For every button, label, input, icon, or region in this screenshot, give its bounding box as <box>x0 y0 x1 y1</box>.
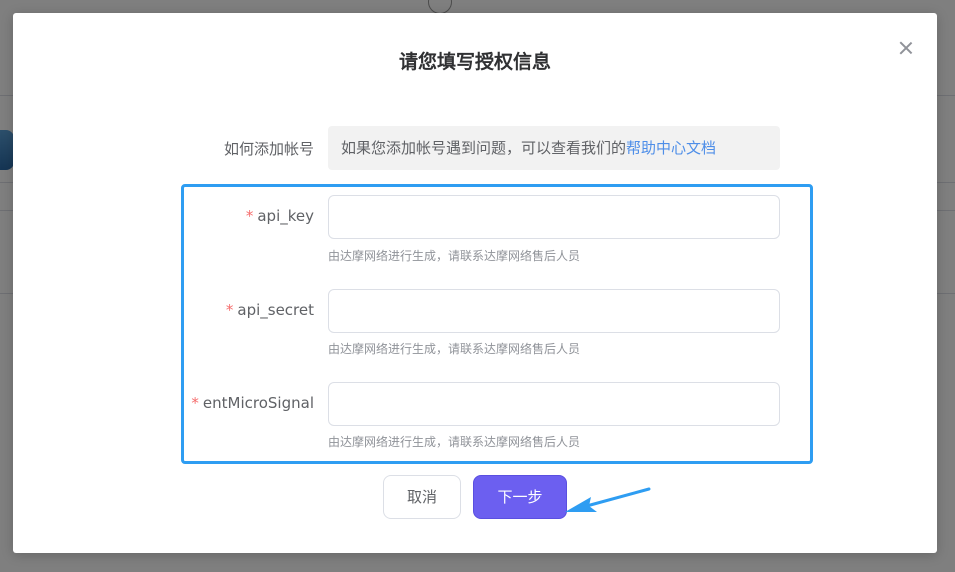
required-mark: * <box>191 394 199 412</box>
api-secret-input[interactable] <box>328 289 780 333</box>
required-mark: * <box>245 207 254 225</box>
api-key-input[interactable] <box>328 195 780 239</box>
authorization-dialog: 请您填写授权信息 如何添加帐号 如果您添加帐号遇到问题，可以查看我们的帮助中心文… <box>13 13 937 553</box>
ent-micro-signal-hint: 由达摩网络进行生成，请联系达摩网络售后人员 <box>328 435 581 449</box>
close-icon[interactable] <box>897 39 915 57</box>
api-secret-label: * api_secret <box>114 301 314 319</box>
api-secret-hint: 由达摩网络进行生成，请联系达摩网络售后人员 <box>328 342 581 356</box>
ent-micro-signal-label: * entMicroSignal <box>114 394 314 412</box>
dialog-title: 请您填写授权信息 <box>398 51 551 73</box>
api-secret-label-text: api_secret <box>237 301 314 319</box>
help-center-link[interactable]: 帮助中心文档 <box>626 139 716 157</box>
arrow-annotation-icon <box>565 487 651 512</box>
required-mark: * <box>225 301 234 319</box>
how-to-add-text: 如果您添加帐号遇到问题，可以查看我们的 <box>341 139 627 157</box>
how-to-add-label: 如何添加帐号 <box>223 140 314 158</box>
api-key-label-text: api_key <box>257 207 314 225</box>
ent-micro-signal-label-text: entMicroSignal <box>202 394 314 412</box>
how-to-add-info: 如果您添加帐号遇到问题，可以查看我们的帮助中心文档 <box>328 126 780 170</box>
cancel-button[interactable]: 取消 <box>383 475 461 519</box>
next-step-button[interactable]: 下一步 <box>473 475 567 519</box>
api-key-label: * api_key <box>114 207 314 225</box>
ent-micro-signal-input[interactable] <box>328 382 780 426</box>
api-key-hint: 由达摩网络进行生成，请联系达摩网络售后人员 <box>328 249 581 263</box>
